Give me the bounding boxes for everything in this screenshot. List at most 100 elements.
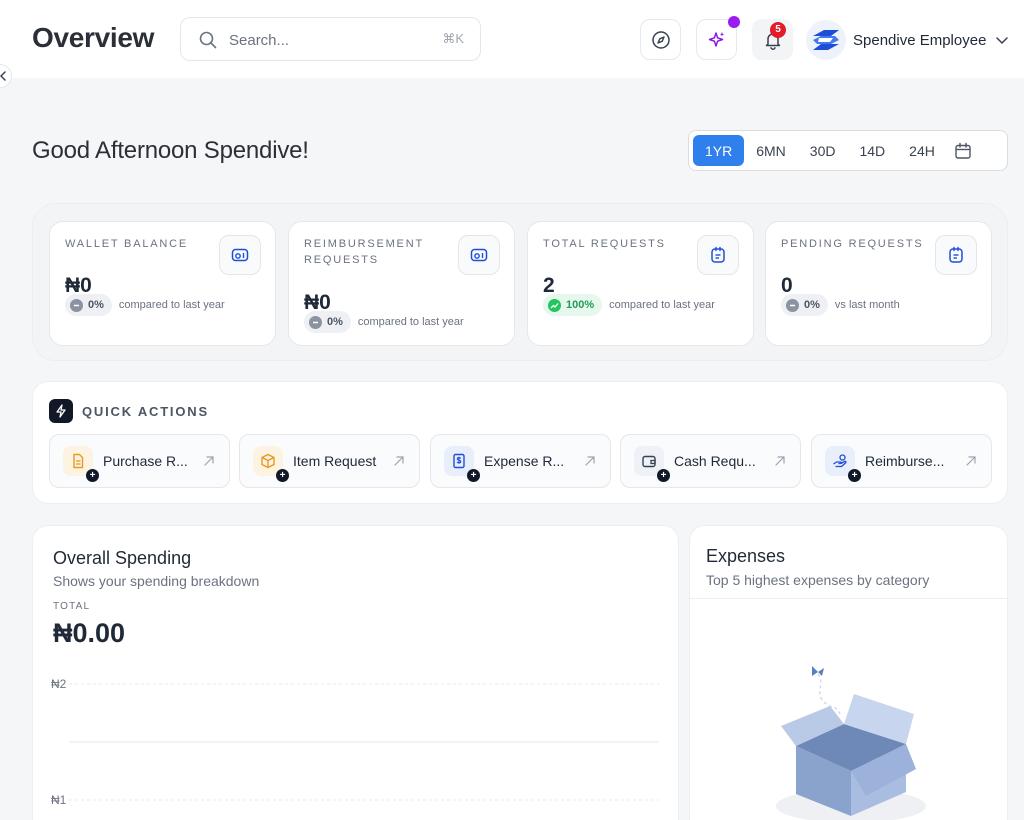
neutral-trend-icon: [309, 315, 322, 329]
expenses-card: Expenses Top 5 highest expenses by categ…: [689, 525, 1009, 820]
spending-title: Overall Spending: [53, 548, 192, 568]
total-label: TOTAL: [53, 601, 91, 612]
expenses-title: Expenses: [706, 546, 786, 566]
range-option-1yr[interactable]: 1YR: [693, 135, 745, 166]
quick-action-label: Purchase R...: [103, 453, 188, 469]
lightning-icon: [49, 399, 73, 423]
y-tick-label: ₦2: [51, 677, 67, 691]
stat-label: TOTAL REQUESTS: [543, 238, 666, 250]
chevron-left-icon: [0, 71, 6, 81]
stats-panel: WALLET BALANCE ₦0 0% compared to last ye…: [32, 203, 1008, 361]
arrow-up-right-icon: [775, 456, 785, 466]
change-pill: 0%: [781, 294, 828, 316]
expenses-subtitle: Top 5 highest expenses by category: [706, 572, 930, 588]
divider: [690, 598, 1009, 599]
trending-up-icon: [548, 298, 561, 312]
quick-actions-header: QUICK ACTIONS: [49, 399, 209, 423]
plus-badge-icon: +: [848, 469, 861, 482]
avatar: [806, 20, 846, 60]
chevron-down-icon: [996, 37, 1009, 44]
neutral-trend-icon: [70, 298, 83, 312]
stat-icon-box: [935, 235, 977, 275]
quick-action-label: Item Request: [293, 453, 377, 469]
plus-badge-icon: +: [467, 469, 480, 482]
quick-action-item-request[interactable]: + Item Request: [239, 434, 420, 488]
stat-icon-box: [697, 235, 739, 275]
plus-badge-icon: +: [276, 469, 289, 482]
spendive-logo-icon: [813, 30, 839, 50]
search-shortcut: ⌘K: [442, 31, 464, 46]
calendar-icon[interactable]: [953, 141, 973, 161]
change-compare-text: compared to last year: [609, 299, 715, 311]
wallet-icon: +: [634, 446, 670, 482]
stat-change: 100% compared to last year: [543, 294, 715, 316]
user-name: Spendive Employee: [853, 31, 987, 49]
notifications-button[interactable]: 5: [752, 19, 793, 60]
stat-label: PENDING REQUESTS: [781, 238, 924, 250]
range-option-14d[interactable]: 14D: [847, 135, 897, 166]
receipt-dollar-icon: +: [444, 446, 480, 482]
stat-label: WALLET BALANCE: [65, 238, 189, 250]
change-compare-text: compared to last year: [118, 299, 225, 311]
package-icon: +: [253, 446, 289, 482]
arrow-up-right-icon: [394, 456, 404, 466]
change-percent: 0%: [88, 299, 104, 311]
stat-card-wallet-balance: WALLET BALANCE ₦0 0% compared to last ye…: [49, 221, 276, 346]
clipboard-icon: [711, 246, 725, 263]
total-value: ₦0.00: [53, 618, 126, 648]
range-option-6mn[interactable]: 6MN: [744, 135, 798, 166]
hand-coins-icon: +: [825, 446, 861, 482]
y-tick-label: ₦1: [51, 793, 67, 807]
stat-icon-box: [219, 235, 261, 275]
quick-action-expense-request[interactable]: + Expense R...: [430, 434, 611, 488]
stat-card-total-requests: TOTAL REQUESTS 2 100% compared to last y…: [527, 221, 754, 346]
spending-subtitle: Shows your spending breakdown: [53, 573, 260, 589]
stat-change: 0% vs last month: [781, 294, 900, 316]
change-pill: 100%: [543, 294, 603, 316]
arrow-up-right-icon: [585, 456, 595, 466]
change-percent: 0%: [327, 316, 343, 328]
stat-card-reimbursement-requests: REIMBURSEMENT REQUESTS ₦0 0% compared to…: [288, 221, 515, 346]
change-pill: 0%: [65, 294, 112, 316]
stat-card-pending-requests: PENDING REQUESTS 0 0% vs last month: [765, 221, 992, 346]
stat-icon-box: [458, 235, 500, 275]
time-range-selector[interactable]: 1YR 6MN 30D 14D 24H: [688, 130, 1008, 171]
change-compare-text: vs last month: [834, 299, 900, 311]
stat-change: 0% compared to last year: [65, 294, 225, 316]
quick-action-reimbursement[interactable]: + Reimburse...: [811, 434, 992, 488]
clipboard-icon: [949, 246, 963, 263]
sparkles-icon: [708, 31, 724, 47]
change-percent: 100%: [566, 299, 595, 311]
explore-button[interactable]: [640, 19, 681, 60]
compass-icon: [651, 30, 670, 49]
greeting-heading: Good Afternoon Spendive!: [32, 137, 309, 164]
quick-actions-title: QUICK ACTIONS: [82, 403, 209, 419]
empty-box-icon: [776, 666, 926, 820]
quick-action-label: Expense R...: [484, 453, 565, 469]
arrow-up-right-icon: [966, 456, 976, 466]
quick-actions-panel: QUICK ACTIONS + Purchase R... + Item Req…: [32, 381, 1008, 504]
range-option-30d[interactable]: 30D: [798, 135, 848, 166]
user-menu[interactable]: Spendive Employee: [806, 20, 1010, 60]
quick-action-label: Reimburse...: [865, 453, 945, 469]
money-icon: [470, 248, 488, 262]
stat-label: REIMBURSEMENT REQUESTS: [304, 238, 424, 266]
arrow-up-right-icon: [204, 456, 214, 466]
change-compare-text: compared to last year: [357, 316, 464, 328]
range-option-24h[interactable]: 24H: [897, 135, 947, 166]
quick-action-purchase-request[interactable]: + Purchase R...: [49, 434, 230, 488]
top-bar: Overview ⌘K 5: [0, 0, 1024, 78]
plus-badge-icon: +: [657, 469, 670, 482]
change-pill: 0%: [304, 311, 351, 333]
change-percent: 0%: [804, 299, 820, 311]
ai-assistant-button[interactable]: [696, 16, 740, 60]
plus-badge-icon: +: [86, 469, 99, 482]
quick-action-cash-request[interactable]: + Cash Requ...: [620, 434, 801, 488]
overall-spending-card: Overall Spending Shows your spending bre…: [32, 525, 679, 820]
search-bar[interactable]: ⌘K: [180, 17, 481, 61]
stat-change: 0% compared to last year: [304, 311, 464, 333]
money-icon: [231, 248, 249, 262]
ai-indicator-dot: [728, 16, 740, 28]
search-input[interactable]: [229, 29, 429, 51]
search-icon: [199, 31, 217, 49]
